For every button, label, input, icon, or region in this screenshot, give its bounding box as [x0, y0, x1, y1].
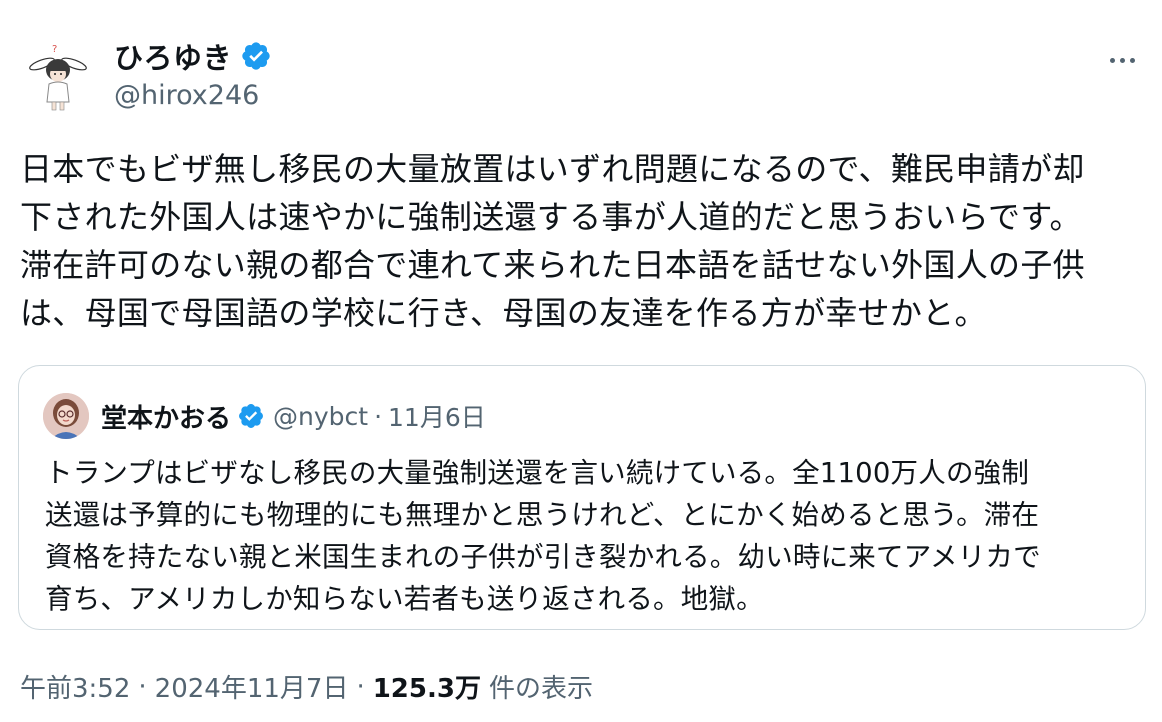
more-dot	[1129, 57, 1135, 63]
quoted-author-handle[interactable]: @nybct	[273, 402, 368, 431]
tweet-detail: ? ひろゆき @hirox246 日本でもビザ無し移民の大量放置はいずれ問題にな…	[0, 0, 1162, 722]
more-dot	[1109, 57, 1115, 63]
quoted-tweet[interactable]: 堂本かおる @nybct · 11月6日 トランプはビザなし移民の大量強制送還を…	[18, 365, 1146, 630]
tweet-header: ? ひろゆき @hirox246	[18, 30, 1148, 120]
tweet-meta: 午前3:52 · 2024年11月7日 · 125.3万 件の表示	[20, 668, 593, 705]
author-name[interactable]: ひろゆき	[114, 35, 232, 77]
quoted-tweet-text: トランプはビザなし移民の大量強制送還を言い続けている。全1100万人の強制 送還…	[45, 457, 1041, 615]
more-dot	[1119, 57, 1125, 63]
more-options-icon[interactable]	[1100, 40, 1144, 80]
author-avatar[interactable]: ?	[18, 36, 98, 116]
avatar-illustration-icon: ?	[18, 36, 98, 116]
quoted-separator: ·	[374, 401, 383, 431]
quoted-author-avatar[interactable]	[43, 393, 89, 439]
quoted-tweet-header: 堂本かおる @nybct · 11月6日	[43, 392, 486, 440]
view-count: 125.3万	[372, 674, 481, 704]
verified-badge-icon[interactable]	[237, 402, 265, 430]
meta-separator: ·	[356, 671, 365, 702]
tweet-time[interactable]: 午前3:52	[20, 668, 130, 705]
view-count-label: 件の表示	[488, 674, 593, 704]
quoted-author-name[interactable]: 堂本かおる	[101, 398, 231, 435]
verified-badge-icon[interactable]	[240, 40, 272, 72]
author-handle[interactable]: @hirox246	[114, 80, 259, 111]
author-name-row: ひろゆき	[114, 36, 272, 76]
quoted-date[interactable]: 11月6日	[388, 398, 486, 434]
tweet-text: 日本でもビザ無し移民の大量放置はいずれ問題になるので、難民申請が却 下された外国…	[20, 150, 1085, 332]
meta-separator: ·	[138, 671, 147, 702]
quoted-avatar-illustration-icon	[43, 393, 89, 439]
tweet-date[interactable]: 2024年11月7日	[155, 668, 349, 705]
svg-text:?: ?	[52, 44, 57, 55]
